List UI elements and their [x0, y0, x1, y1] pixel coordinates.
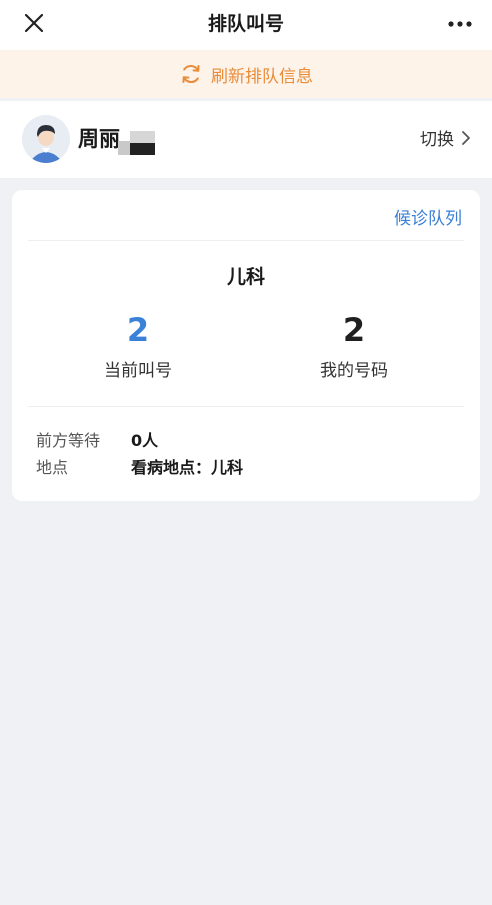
switch-patient-button[interactable]: 切换 [420, 125, 472, 150]
patient-name: 周丽 [78, 127, 120, 151]
refresh-icon [179, 62, 203, 86]
my-number-block: 2 我的号码 [254, 310, 454, 381]
current-number: 2 [126, 311, 150, 349]
redaction-block [118, 131, 155, 155]
chevron-right-icon [460, 130, 472, 146]
nav-bar: 排队叫号 [0, 0, 492, 50]
location-label: 地点 [36, 458, 69, 477]
waiting-value: 0人 [131, 431, 159, 450]
switch-label: 切换 [420, 130, 454, 150]
refresh-label: 刷新排队信息 [211, 66, 313, 87]
my-number: 2 [342, 311, 366, 349]
location-value: 看病地点：儿科 [131, 458, 244, 477]
current-number-label: 当前叫号 [104, 361, 172, 381]
location-row: 地点 看病地点：儿科 [36, 454, 243, 478]
queue-card: 候诊队列 儿科 2 当前叫号 2 我的号码 前方等待 0人 地点 看病地点：儿科 [12, 190, 480, 501]
divider [28, 240, 464, 241]
avatar [22, 115, 70, 163]
divider [28, 406, 464, 407]
current-number-block: 2 当前叫号 [38, 310, 238, 381]
more-dots-icon[interactable] [444, 10, 476, 38]
department-name: 儿科 [226, 266, 265, 288]
waiting-row: 前方等待 0人 [36, 427, 158, 451]
patient-card: 周丽 切换 [0, 101, 492, 178]
waiting-label: 前方等待 [36, 431, 101, 450]
waiting-queue-link[interactable]: 候诊队列 [394, 204, 462, 229]
my-number-label: 我的号码 [320, 361, 388, 381]
page-title: 排队叫号 [207, 13, 284, 35]
refresh-queue-button[interactable]: 刷新排队信息 [0, 50, 492, 98]
